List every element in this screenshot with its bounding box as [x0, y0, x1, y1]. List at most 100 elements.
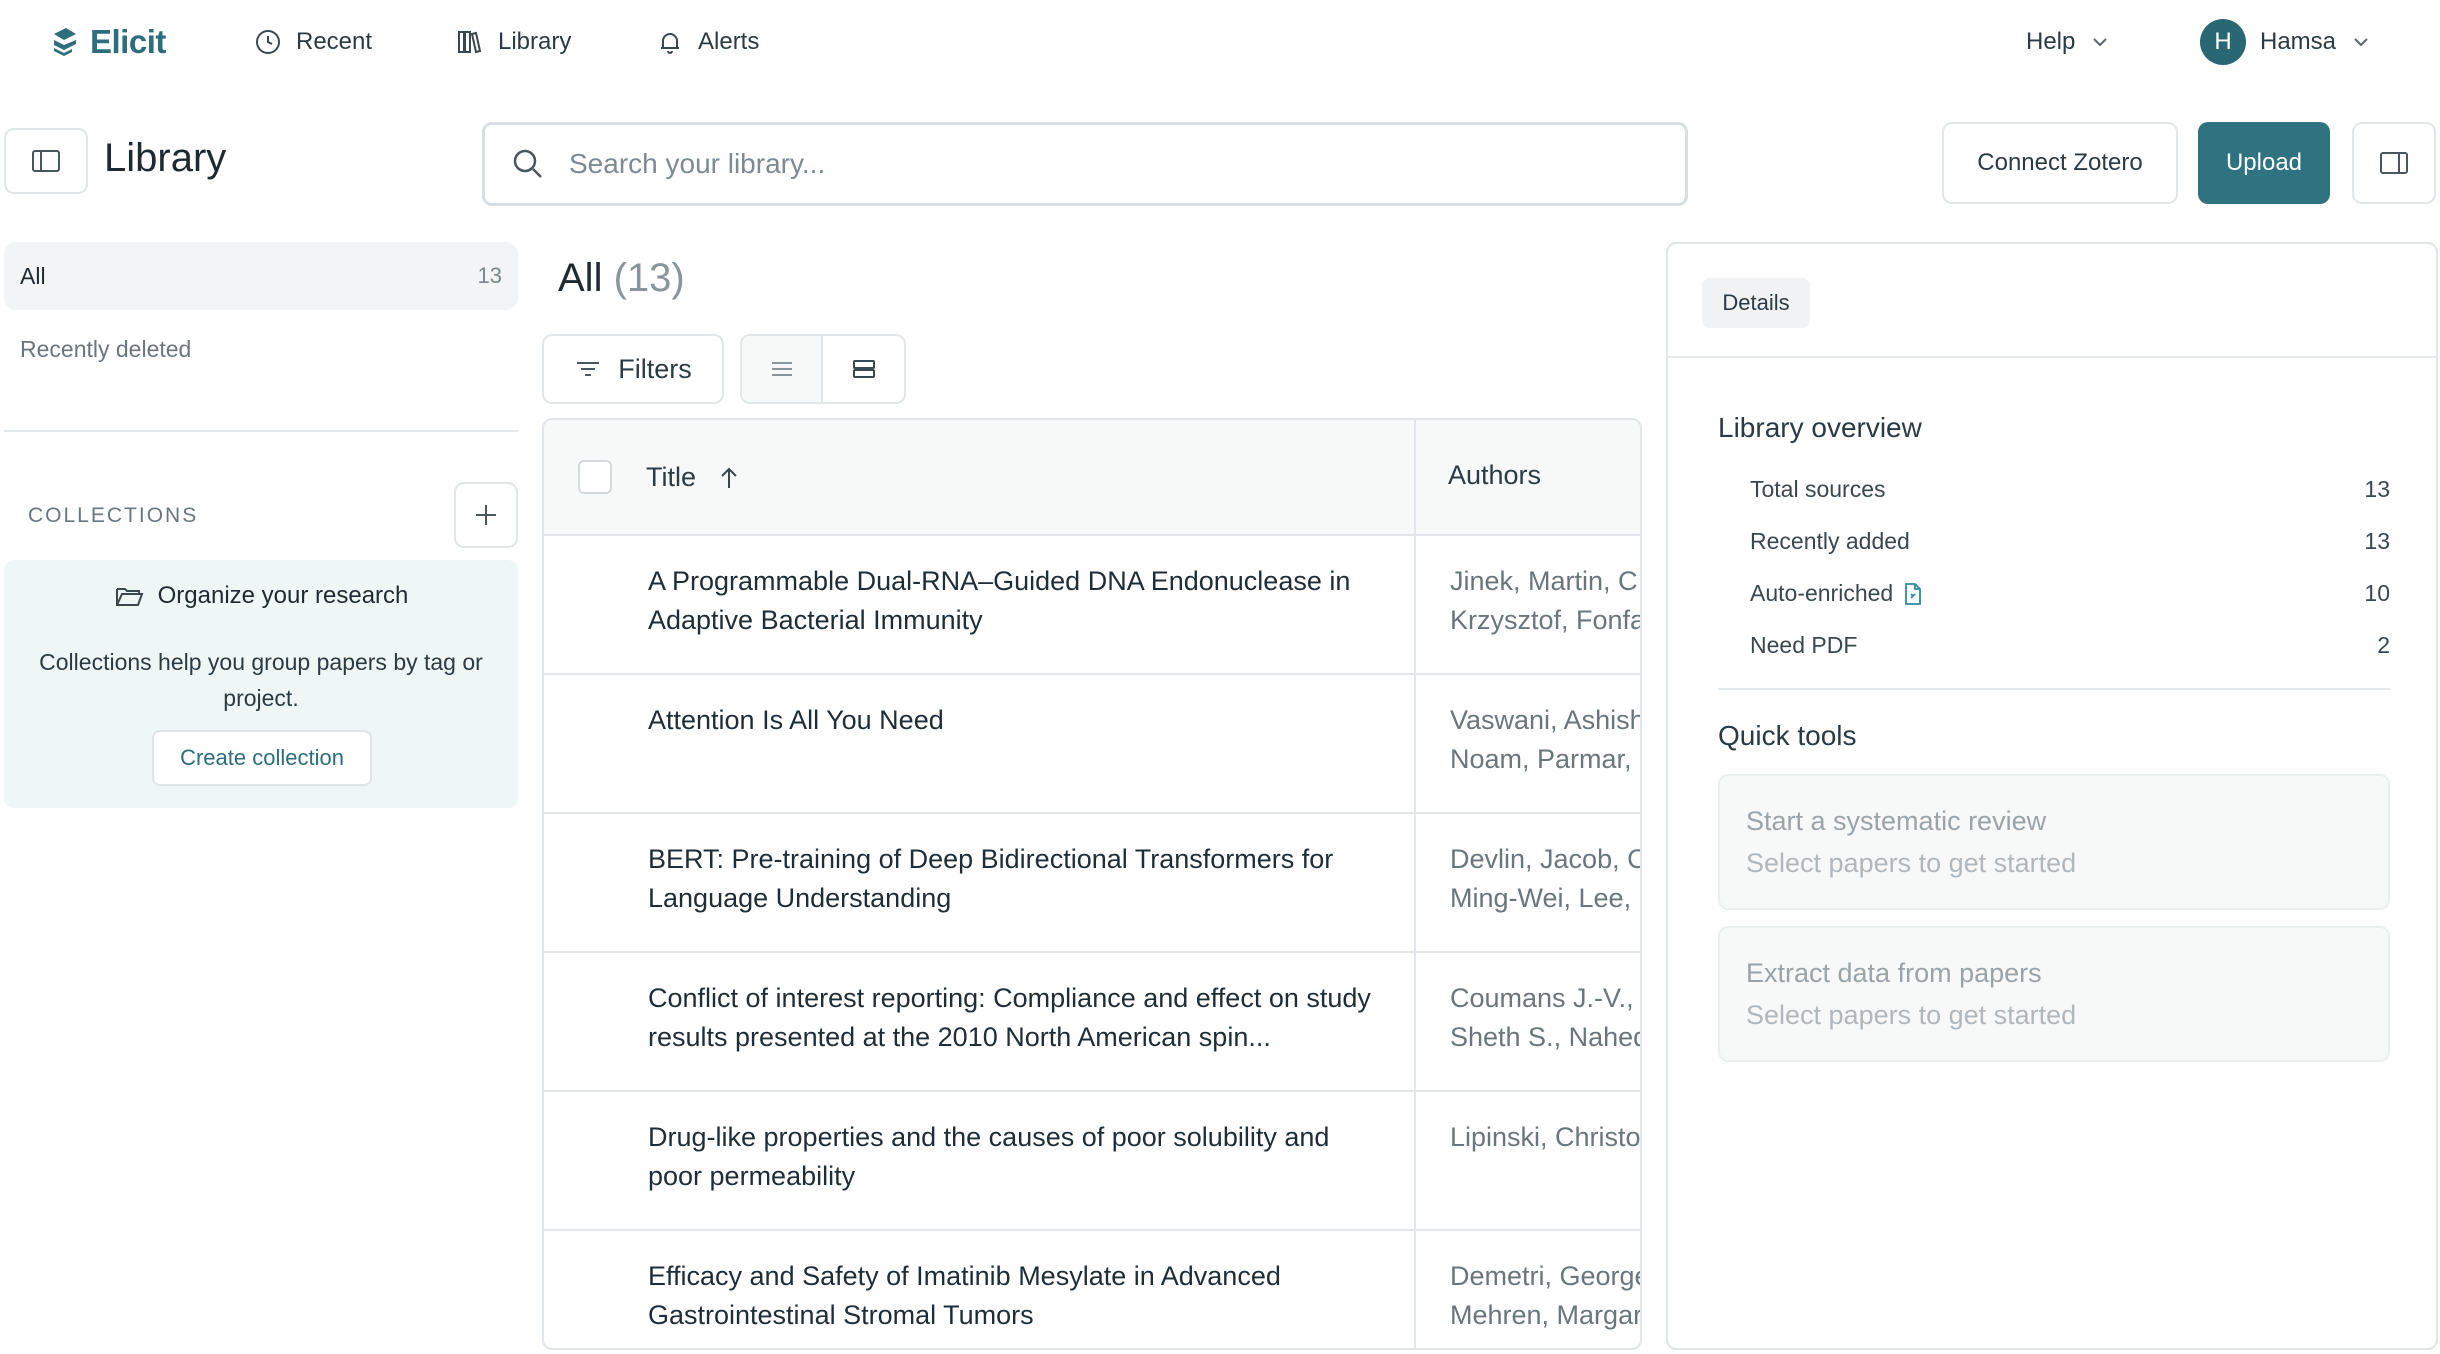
paper-authors-line: Jinek, Martin, C [1450, 566, 1638, 596]
column-title-label: Title [646, 462, 697, 492]
quick-tools-heading: Quick tools [1718, 720, 1857, 751]
tool-systematic-review[interactable]: Start a systematic review Select papers … [1718, 774, 2390, 910]
paper-authors: Jinek, Martin, C Krzysztof, Fonfa [1450, 562, 1642, 640]
sidebar-divider [4, 430, 518, 432]
paper-authors-line: Mehren, Margar [1450, 1300, 1642, 1330]
filter-icon [577, 362, 600, 376]
nav-recent[interactable]: Recent [254, 22, 372, 62]
help-label: Help [2026, 28, 2076, 55]
toggle-details-panel-button[interactable] [2352, 122, 2436, 204]
paper-title[interactable]: A Programmable Dual-RNA–Guided DNA Endon… [648, 562, 1388, 640]
bell-icon [661, 33, 679, 54]
table-row[interactable]: Attention Is All You Need Vaswani, Ashis… [544, 675, 1640, 814]
list-heading-count: (13) [613, 256, 685, 300]
paper-authors: Vaswani, Ashish Noam, Parmar, I [1450, 701, 1640, 779]
stat-auto-enriched: Auto-enriched 10 [1750, 580, 2390, 607]
paper-authors: Coumans J.-V., Sheth S., Nahed [1450, 979, 1642, 1057]
stat-label: Total sources [1750, 476, 1886, 502]
help-menu[interactable]: Help [2026, 22, 2111, 62]
paper-authors-line: Devlin, Jacob, C [1450, 844, 1642, 874]
filters-button[interactable]: Filters [542, 334, 724, 404]
paper-title[interactable]: Drug-like properties and the causes of p… [648, 1118, 1388, 1196]
paper-authors: Lipinski, Christo [1450, 1118, 1641, 1157]
top-navigation: Elicit Recent Library Alerts Help H Hams… [0, 0, 2440, 84]
collections-empty-state: Organize your research Collections help … [4, 560, 518, 808]
tool-extract-data[interactable]: Extract data from papers Select papers t… [1718, 926, 2390, 1062]
plus-icon [476, 505, 496, 525]
library-search[interactable] [482, 122, 1688, 206]
view-mode-toggle [740, 334, 906, 404]
brand-name: Elicit [90, 23, 166, 60]
paper-authors-line: Lipinski, Christo [1450, 1122, 1641, 1152]
connect-zotero-button[interactable]: Connect Zotero [1942, 122, 2178, 204]
search-input[interactable] [569, 148, 1649, 180]
empty-state-title-text: Organize your research [157, 582, 409, 609]
add-collection-button[interactable] [454, 482, 518, 548]
tool-subtitle: Select papers to get started [1746, 848, 2077, 878]
search-icon [513, 149, 542, 178]
toggle-sidebar-button[interactable] [4, 128, 88, 194]
column-header-authors[interactable]: Authors [1448, 460, 1541, 491]
folder-open-icon [115, 588, 144, 606]
panel-divider [1668, 356, 2436, 358]
library-overview-heading: Library overview [1718, 412, 1922, 443]
chevron-down-icon [2354, 38, 2368, 47]
nav-alerts-label: Alerts [698, 28, 760, 55]
paper-authors-line: Coumans J.-V., [1450, 983, 1634, 1013]
user-menu[interactable]: H Hamsa [2200, 18, 2372, 66]
sort-ascending-icon [721, 467, 737, 488]
table-row[interactable]: Drug-like properties and the causes of p… [544, 1092, 1641, 1231]
empty-state-title: Organize your research [4, 582, 518, 610]
compact-view-button[interactable] [742, 336, 824, 402]
create-collection-button[interactable]: Create collection [152, 730, 372, 786]
sidebar-item-label: All [20, 262, 46, 289]
column-header-title[interactable]: Title [646, 462, 740, 493]
nav-library[interactable]: Library [456, 22, 571, 62]
details-panel: Details Library overview Total sources 1… [1666, 242, 2438, 1350]
elicit-logo-icon [54, 28, 76, 56]
paper-authors-line: Demetri, George [1450, 1261, 1642, 1291]
paper-authors: Demetri, George Mehren, Margar [1450, 1257, 1642, 1335]
paper-title[interactable]: BERT: Pre-training of Deep Bidirectional… [648, 840, 1388, 918]
avatar: H [2200, 19, 2246, 65]
table-row[interactable]: Efficacy and Safety of Imatinib Mesylate… [544, 1231, 1642, 1348]
select-all-checkbox[interactable] [578, 460, 612, 494]
nav-recent-label: Recent [296, 28, 373, 55]
nav-alerts[interactable]: Alerts [656, 22, 759, 62]
paper-title[interactable]: Efficacy and Safety of Imatinib Mesylate… [648, 1257, 1388, 1335]
column-divider [1414, 420, 1416, 1348]
tab-details[interactable]: Details [1702, 278, 1810, 328]
clock-icon [256, 30, 280, 54]
stat-value: 13 [2364, 476, 2390, 502]
list-heading: All (13) [558, 256, 685, 301]
list-compact-icon [771, 362, 792, 376]
user-name: Hamsa [2260, 28, 2337, 55]
stat-value: 13 [2364, 528, 2390, 554]
sidebar-item-recently-deleted[interactable]: Recently deleted [20, 336, 191, 363]
stat-recently-added: Recently added 13 [1750, 528, 2390, 555]
table-row[interactable]: BERT: Pre-training of Deep Bidirectional… [544, 814, 1642, 953]
stat-label-row: Auto-enriched [1750, 580, 1923, 607]
sidebar-left-icon [32, 150, 60, 172]
panel-divider [1718, 688, 2390, 690]
tool-title: Extract data from papers [1746, 958, 2042, 988]
list-heading-label: All [558, 256, 603, 300]
books-icon [458, 31, 482, 54]
stat-label: Need PDF [1750, 632, 1858, 658]
upload-button[interactable]: Upload [2198, 122, 2330, 204]
table-row[interactable]: Conflict of interest reporting: Complian… [544, 953, 1642, 1092]
table-row[interactable]: A Programmable Dual-RNA–Guided DNA Endon… [544, 536, 1642, 675]
table-header: Title Authors [544, 420, 1640, 536]
nav-library-label: Library [498, 28, 572, 55]
paper-authors-line: Sheth S., Nahed [1450, 1022, 1642, 1052]
paper-title[interactable]: Conflict of interest reporting: Complian… [648, 979, 1388, 1057]
stat-value: 10 [2364, 580, 2390, 606]
paper-title[interactable]: Attention Is All You Need [648, 701, 1388, 740]
brand-logo[interactable]: Elicit [48, 20, 166, 64]
sidebar-item-count: 13 [477, 263, 502, 288]
comfortable-view-button[interactable] [823, 336, 904, 402]
stat-label: Auto-enriched [1750, 580, 1894, 606]
papers-table: Title Authors A Programmable Dual-RNA–Gu… [542, 418, 1642, 1350]
sidebar-item-all[interactable]: All 13 [4, 242, 518, 310]
paper-authors-line: Krzysztof, Fonfa [1450, 605, 1642, 635]
